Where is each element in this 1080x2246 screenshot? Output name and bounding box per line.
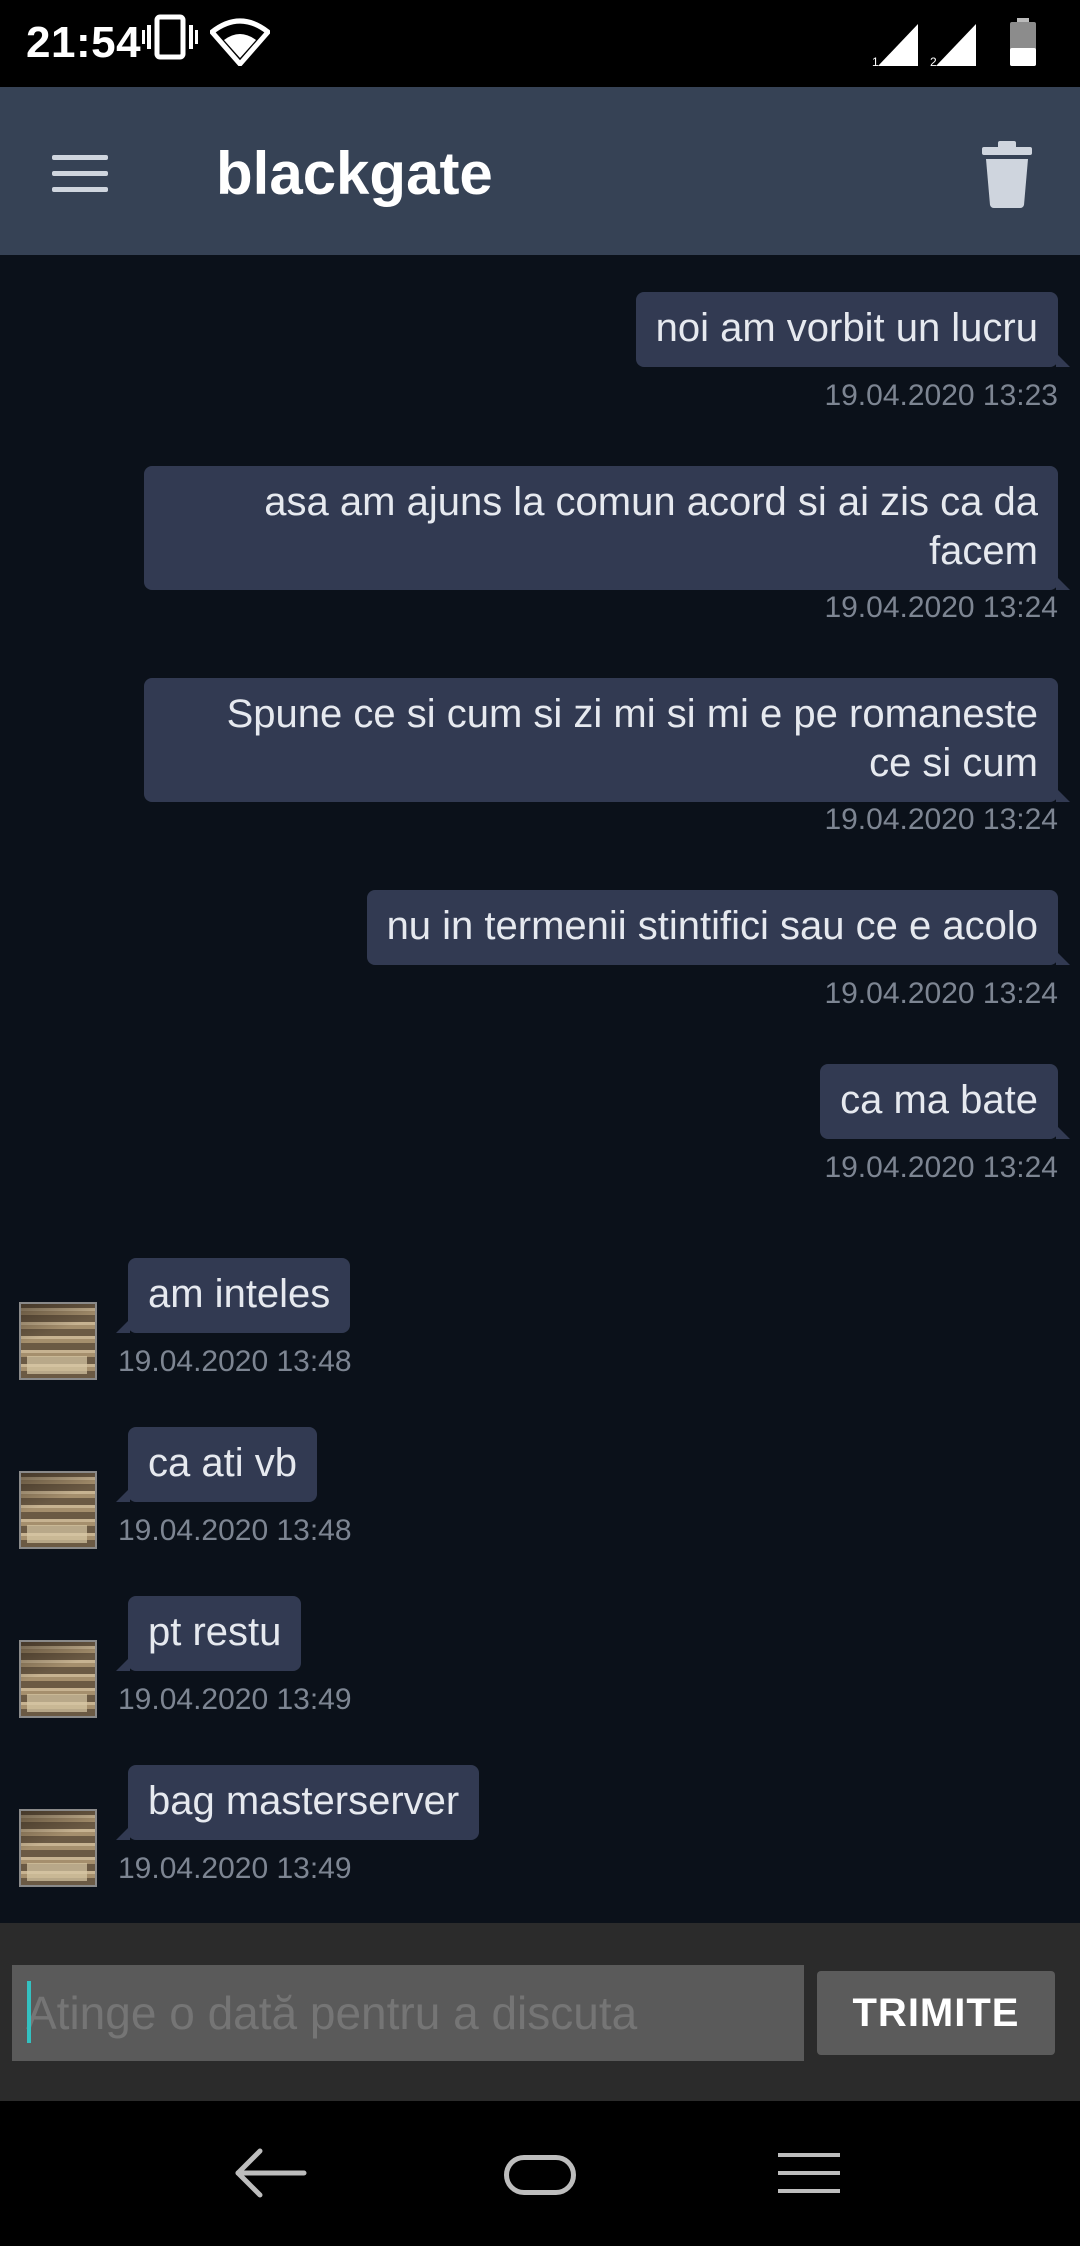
- send-button[interactable]: TRIMITE: [817, 1971, 1055, 2055]
- message-timestamp: 19.04.2020 13:24: [824, 803, 1058, 836]
- app-bar: blackgate: [0, 87, 1080, 255]
- conversation-title: blackgate: [216, 140, 493, 207]
- message-timestamp: 19.04.2020 13:24: [824, 977, 1058, 1010]
- message-timestamp: 19.04.2020 13:49: [118, 1852, 352, 1885]
- message-bubble-outgoing[interactable]: nu in termenii stintifici sau ce e acolo: [366, 890, 1071, 965]
- message-bubble-outgoing[interactable]: ca ma bate: [820, 1064, 1070, 1139]
- message-composer: TRIMITE: [0, 1923, 1080, 2101]
- message-text: ca ma bate: [840, 1078, 1038, 1122]
- message-timestamp: 19.04.2020 13:49: [118, 1683, 352, 1716]
- message-text: ce si cum: [869, 741, 1038, 785]
- message-text: nu in termenii stintifici sau ce e acolo: [386, 904, 1038, 948]
- message-timestamp: 19.04.2020 13:48: [118, 1345, 352, 1378]
- vibrate-icon: [142, 14, 198, 60]
- message-bubble-outgoing[interactable]: Spune ce si cum si zi mi si mi e pe roma…: [144, 678, 1070, 802]
- message-bubble-incoming[interactable]: ca ati vb: [116, 1427, 317, 1502]
- wifi-icon: [210, 18, 270, 66]
- navigation-bar: [0, 2101, 1080, 2246]
- message-text: ca ati vb: [148, 1441, 297, 1485]
- message-text: asa am ajuns la comun acord si ai zis ca…: [264, 480, 1038, 524]
- message-bubble-outgoing[interactable]: asa am ajuns la comun acord si ai zis ca…: [144, 466, 1070, 590]
- recents-icon[interactable]: [778, 2153, 840, 2193]
- message-text: noi am vorbit un lucru: [655, 306, 1038, 350]
- message-bubble-outgoing[interactable]: noi am vorbit un lucru: [635, 292, 1071, 367]
- message-timestamp: 19.04.2020 13:23: [824, 379, 1058, 412]
- hamburger-menu-icon[interactable]: [36, 133, 124, 213]
- message-bubble-incoming[interactable]: pt restu: [115, 1596, 302, 1671]
- message-bubble-incoming[interactable]: am inteles: [115, 1258, 351, 1333]
- avatar[interactable]: [19, 1809, 97, 1887]
- sim2-label: 2: [930, 55, 937, 68]
- message-input[interactable]: [12, 1965, 804, 2061]
- message-bubble-incoming[interactable]: bag masterserver: [115, 1765, 480, 1840]
- message-timestamp: 19.04.2020 13:48: [118, 1514, 352, 1547]
- message-text: facem: [929, 529, 1038, 573]
- message-list[interactable]: noi am vorbit un lucru 19.04.2020 13:23 …: [0, 255, 1080, 1923]
- back-icon[interactable]: [232, 2145, 308, 2201]
- message-text: Spune ce si cum si zi mi si mi e pe roma…: [226, 692, 1038, 736]
- trash-icon[interactable]: [972, 139, 1042, 209]
- battery-icon: [1010, 18, 1036, 66]
- sim1-label: 1: [872, 55, 879, 68]
- message-timestamp: 19.04.2020 13:24: [824, 1151, 1058, 1184]
- avatar[interactable]: [19, 1640, 97, 1718]
- message-text: bag masterserver: [148, 1779, 460, 1823]
- status-bar: 21:54 1 2: [0, 0, 1080, 87]
- message-text: am inteles: [148, 1272, 331, 1316]
- home-icon[interactable]: [504, 2155, 576, 2195]
- signal-sim1-icon: 1: [872, 24, 918, 68]
- message-text: pt restu: [148, 1610, 282, 1654]
- text-caret: [27, 1981, 31, 2043]
- avatar[interactable]: [19, 1471, 97, 1549]
- signal-sim2-icon: 2: [930, 24, 976, 68]
- message-timestamp: 19.04.2020 13:24: [824, 591, 1058, 624]
- status-time: 21:54: [26, 18, 142, 67]
- avatar[interactable]: [19, 1302, 97, 1380]
